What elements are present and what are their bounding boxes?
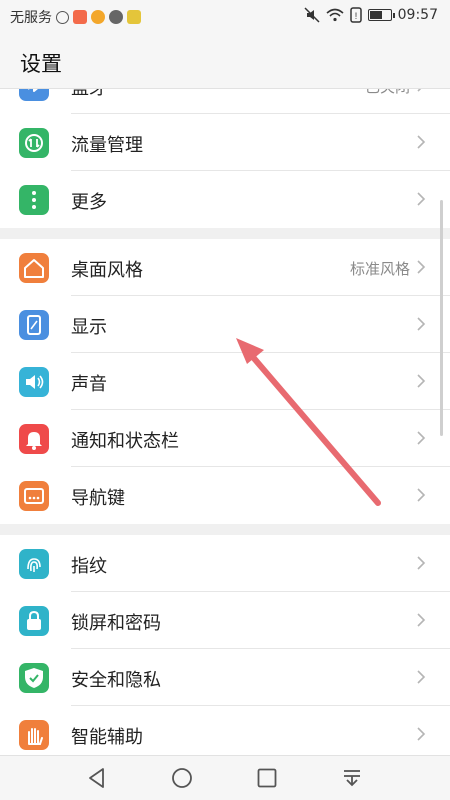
chevron-right-icon bbox=[417, 317, 426, 331]
shield-icon bbox=[19, 663, 49, 693]
chevron-right-icon bbox=[417, 135, 426, 149]
lock-icon bbox=[19, 606, 49, 636]
settings-item-label: 锁屏和密码 bbox=[71, 613, 161, 634]
section-gap bbox=[0, 228, 450, 239]
chevron-right-icon bbox=[417, 431, 426, 445]
settings-item-label: 通知和状态栏 bbox=[71, 431, 179, 452]
app-header: 设置 bbox=[0, 32, 450, 89]
display-icon bbox=[19, 310, 49, 340]
settings-item-label: 蓝牙 bbox=[71, 89, 107, 100]
status-bar: 无服务 ! 09:57 bbox=[0, 0, 450, 32]
qq-notification-icon bbox=[56, 10, 69, 24]
navigation-bar bbox=[0, 755, 450, 800]
settings-item-label: 显示 bbox=[71, 317, 107, 338]
settings-item-value: 标准风格 bbox=[349, 260, 410, 278]
app-notification-icon bbox=[73, 10, 87, 24]
settings-item[interactable]: 桌面风格 标准风格 bbox=[0, 239, 450, 296]
settings-item-label: 安全和隐私 bbox=[71, 670, 161, 691]
sound-icon bbox=[19, 367, 49, 397]
settings-item[interactable]: 蓝牙 已关闭 bbox=[0, 89, 450, 114]
chevron-right-icon bbox=[417, 613, 426, 627]
settings-item[interactable]: 安全和隐私 bbox=[0, 649, 450, 706]
home-style-icon bbox=[19, 253, 49, 283]
navigation-key-icon bbox=[19, 481, 49, 511]
home-button-icon[interactable] bbox=[170, 766, 194, 790]
chevron-right-icon bbox=[417, 89, 422, 92]
settings-item-label: 流量管理 bbox=[71, 135, 143, 156]
data-traffic-icon bbox=[19, 128, 49, 158]
weibo-notification-icon bbox=[91, 10, 105, 24]
chevron-right-icon bbox=[417, 488, 426, 502]
settings-item-label: 更多 bbox=[71, 192, 107, 213]
settings-item-value: 已关闭 bbox=[365, 89, 410, 97]
settings-item[interactable]: 导航键 bbox=[0, 467, 450, 524]
settings-item[interactable]: 声音 bbox=[0, 353, 450, 410]
recents-button-icon[interactable] bbox=[255, 766, 279, 790]
chevron-right-icon bbox=[417, 727, 426, 741]
wechat-notification-icon bbox=[109, 10, 123, 24]
settings-item[interactable]: 锁屏和密码 bbox=[0, 592, 450, 649]
mute-icon bbox=[304, 7, 320, 23]
bluetooth-icon bbox=[19, 89, 49, 101]
chevron-right-icon bbox=[417, 260, 426, 274]
settings-item[interactable]: 更多 bbox=[0, 171, 450, 228]
page-title: 设置 bbox=[20, 52, 62, 76]
message-notification-icon bbox=[127, 10, 141, 24]
settings-item[interactable]: 通知和状态栏 bbox=[0, 410, 450, 467]
settings-item[interactable]: 流量管理 bbox=[0, 114, 450, 171]
carrier-text: 无服务 bbox=[10, 10, 52, 26]
settings-section: 桌面风格 标准风格显示声音通知和状态栏 导航键 bbox=[0, 239, 450, 524]
hand-icon bbox=[19, 720, 49, 750]
settings-item[interactable]: 智能辅助 bbox=[0, 706, 450, 756]
chevron-right-icon bbox=[417, 192, 426, 206]
fingerprint-icon bbox=[19, 549, 49, 579]
battery-icon bbox=[367, 9, 395, 21]
settings-item-label: 智能辅助 bbox=[71, 727, 143, 748]
settings-item-label: 声音 bbox=[71, 374, 107, 395]
svg-text:!: ! bbox=[354, 11, 357, 21]
settings-item[interactable]: 指纹 bbox=[0, 535, 450, 592]
section-gap bbox=[0, 524, 450, 535]
back-button-icon[interactable] bbox=[85, 766, 109, 790]
sim-alert-icon: ! bbox=[349, 7, 362, 23]
settings-section: 指纹锁屏和密码安全和隐私智能辅助 bbox=[0, 535, 450, 756]
settings-item[interactable]: 显示 bbox=[0, 296, 450, 353]
more-icon bbox=[19, 185, 49, 215]
settings-list[interactable]: 蓝牙 已关闭流量管理更多桌面风格 标准风格显示声音通知和状态栏导航键指纹锁屏和密码安… bbox=[0, 89, 450, 756]
scrollbar[interactable] bbox=[440, 200, 443, 436]
wifi-icon bbox=[326, 8, 344, 22]
clock-time: 09:57 bbox=[397, 7, 438, 23]
chevron-right-icon bbox=[417, 374, 426, 388]
chevron-right-icon bbox=[417, 556, 426, 570]
notification-icon bbox=[19, 424, 49, 454]
settings-item-label: 指纹 bbox=[71, 556, 107, 577]
settings-item-label: 导航键 bbox=[71, 488, 125, 509]
chevron-right-icon bbox=[417, 670, 426, 684]
notification-pulldown-icon[interactable] bbox=[340, 766, 364, 790]
settings-section: 蓝牙 已关闭流量管理更多 bbox=[0, 89, 450, 228]
settings-item-label: 桌面风格 bbox=[71, 260, 143, 281]
